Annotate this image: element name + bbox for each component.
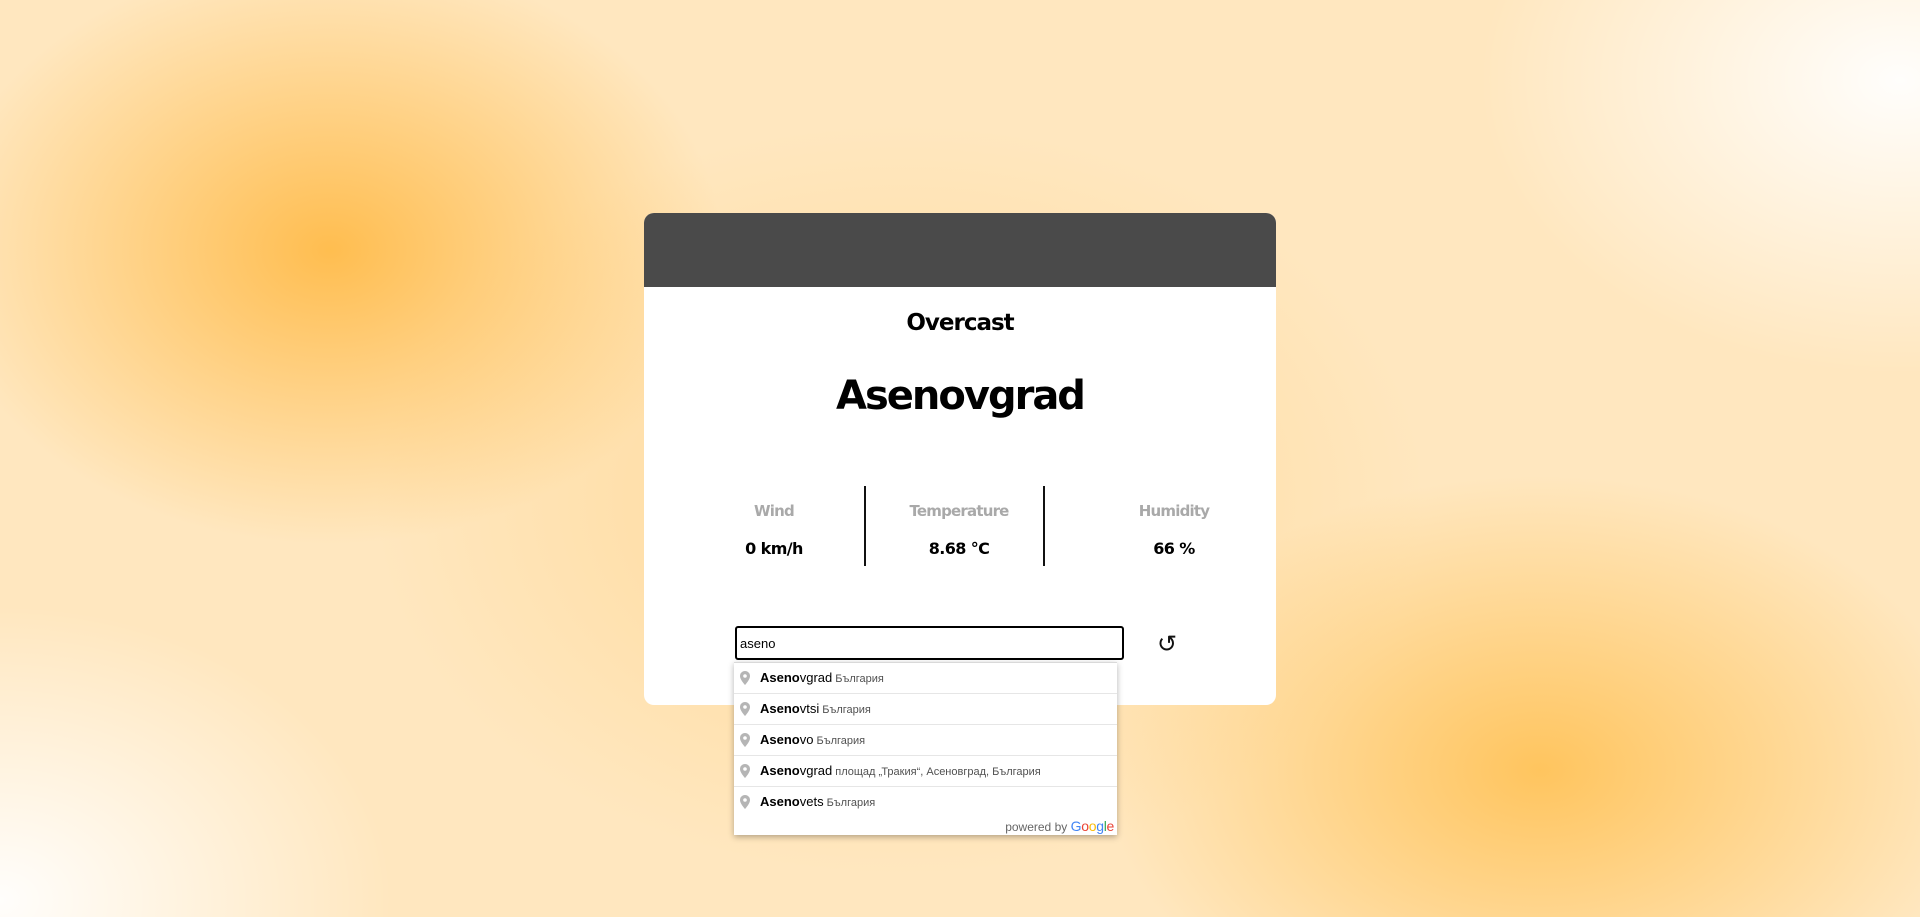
autocomplete-match: Aseno <box>760 701 800 716</box>
card-header <box>644 213 1276 287</box>
city-search-input[interactable] <box>735 626 1124 660</box>
map-pin-icon <box>740 795 750 809</box>
map-pin-icon <box>740 733 750 747</box>
stat-label: Humidity <box>1138 502 1210 520</box>
autocomplete-match: Aseno <box>760 794 800 809</box>
stat-label: Wind <box>754 502 795 520</box>
google-logo: Google <box>1070 818 1115 834</box>
powered-by-google: powered by Google <box>734 817 1117 835</box>
autocomplete-item[interactable]: Asenovets България <box>734 786 1117 817</box>
city-name: Asenovgrad <box>836 373 1086 419</box>
autocomplete-rest: vo <box>799 732 814 747</box>
autocomplete-secondary-text: България <box>822 704 871 716</box>
autocomplete-rest: vgrad <box>799 670 833 685</box>
weather-stats: Wind 0 km/h Temperature 8.68 °C Humidity… <box>644 486 1276 568</box>
weather-card: Overcast Asenovgrad Wind 0 km/h Temperat… <box>644 213 1276 705</box>
stat-wind: Wind 0 km/h <box>704 486 844 558</box>
google-logo-letter: e <box>1106 818 1115 834</box>
map-pin-icon <box>740 764 750 778</box>
autocomplete-main-text: Asenovgrad <box>760 763 835 778</box>
autocomplete-secondary-text: България <box>826 797 876 809</box>
autocomplete-list: Asenovgrad България Asenovtsi България Aseno… <box>734 663 1117 817</box>
autocomplete-match: Aseno <box>760 732 800 747</box>
stat-value: 66 % <box>1153 539 1195 558</box>
autocomplete-main-text: Asenovgrad <box>760 670 835 685</box>
stat-divider <box>864 486 866 566</box>
map-pin-icon <box>740 671 750 685</box>
autocomplete-rest: vgrad <box>799 763 833 778</box>
autocomplete-item[interactable]: Asenovo България <box>734 724 1117 755</box>
google-logo-letter: o <box>1081 818 1089 834</box>
autocomplete-item[interactable]: Asenovgrad България <box>734 663 1117 693</box>
stat-temperature: Temperature 8.68 °C <box>884 486 1034 558</box>
stat-value: 0 km/h <box>745 539 803 558</box>
autocomplete-secondary-text: България <box>816 735 866 747</box>
stat-value: 8.68 °C <box>928 539 990 558</box>
google-logo-letter: g <box>1096 818 1104 834</box>
reload-button[interactable]: ↺ <box>1150 627 1184 661</box>
autocomplete-main-text: Asenovets <box>760 794 827 809</box>
autocomplete-item[interactable]: Asenovtsi България <box>734 693 1117 724</box>
weather-condition: Overcast <box>906 310 1014 336</box>
autocomplete-secondary-text: площад „Тракия“, Асеновград, България <box>835 766 1041 778</box>
powered-by-text: powered by <box>1005 820 1068 834</box>
autocomplete-rest: vets <box>799 794 824 809</box>
page-background: { "weather": { "condition": "Overcast", … <box>0 0 1920 917</box>
reload-icon: ↺ <box>1156 630 1178 658</box>
stat-label: Temperature <box>909 502 1009 520</box>
autocomplete-match: Aseno <box>760 670 800 685</box>
autocomplete-rest: vtsi <box>799 701 820 716</box>
stat-divider <box>1043 486 1045 566</box>
autocomplete-secondary-text: България <box>835 673 884 685</box>
autocomplete-main-text: Asenovo <box>760 732 816 747</box>
google-logo-letter: G <box>1070 818 1082 834</box>
stat-humidity: Humidity 66 % <box>1104 486 1244 558</box>
map-pin-icon <box>740 702 750 716</box>
autocomplete-dropdown: Asenovgrad България Asenovtsi България Aseno… <box>734 662 1117 835</box>
autocomplete-main-text: Asenovtsi <box>760 701 822 716</box>
autocomplete-match: Aseno <box>760 763 800 778</box>
autocomplete-item[interactable]: Asenovgrad площад „Тракия“, Асеновград, Б… <box>734 755 1117 786</box>
